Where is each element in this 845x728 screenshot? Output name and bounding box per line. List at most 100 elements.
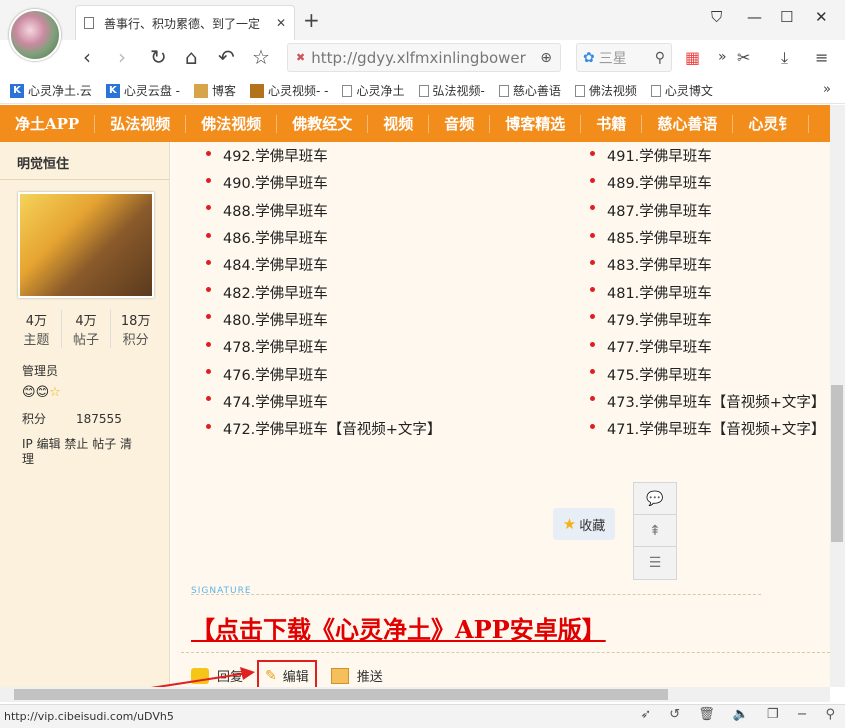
bookmark-item[interactable]: 弘法视频- xyxy=(418,82,485,99)
stat-topics[interactable]: 4万 主题 xyxy=(12,310,62,348)
star-icon: ★ xyxy=(562,515,577,533)
list-item[interactable]: 485.学佛早班车 xyxy=(590,224,825,251)
download-app-link[interactable]: 【点击下载《心灵净土》APP安卓版】 xyxy=(191,610,606,645)
list-item[interactable]: 480.学佛早班车 xyxy=(206,306,441,333)
stat-posts[interactable]: 4万 帖子 xyxy=(62,310,112,348)
bookmark-item[interactable]: 心灵净土 xyxy=(342,82,405,99)
star-badge-icon: ☆ xyxy=(49,385,61,400)
list-item[interactable]: 488.学佛早班车 xyxy=(206,197,441,224)
doc-icon xyxy=(342,84,353,97)
search-text[interactable]: 三星 xyxy=(599,48,627,68)
menu-item[interactable]: 心灵钅 xyxy=(733,114,810,133)
paw-icon: ✿ xyxy=(583,49,595,66)
close-window-icon[interactable]: ✕ xyxy=(815,8,828,26)
shirt-icon[interactable]: ⛉ xyxy=(711,8,722,26)
list-item[interactable]: 477.学佛早班车 xyxy=(590,333,825,360)
menu-item[interactable]: 佛法视频 xyxy=(186,114,278,133)
menu-item[interactable]: 净土APP xyxy=(0,114,96,133)
undo-icon[interactable]: ↶ xyxy=(218,45,235,69)
list-item[interactable]: 475.学佛早班车 xyxy=(590,360,825,387)
menu-item[interactable]: 弘法视频 xyxy=(95,114,187,133)
window-icon[interactable]: ❐ xyxy=(767,707,779,722)
history-icon[interactable]: ↺ xyxy=(669,707,680,722)
divider xyxy=(191,594,761,595)
list-item[interactable]: 492.学佛早班车 xyxy=(206,142,441,169)
maximize-icon[interactable]: ☐ xyxy=(780,8,793,26)
address-bar[interactable]: ✖ http://gdyy.xlfmxinlingbower ⊕ xyxy=(287,43,561,72)
list-item[interactable]: 491.学佛早班车 xyxy=(590,142,825,169)
list-item[interactable]: 484.学佛早班车 xyxy=(206,251,441,278)
profile-avatar[interactable] xyxy=(9,9,61,61)
menu-item[interactable]: 视频 xyxy=(368,114,430,133)
list-item[interactable]: 481.学佛早班车 xyxy=(590,278,825,305)
list-item[interactable]: 489.学佛早班车 xyxy=(590,169,825,196)
list-item[interactable]: 478.学佛早班车 xyxy=(206,333,441,360)
list-item[interactable]: 487.学佛早班车 xyxy=(590,197,825,224)
more-chevron-icon[interactable]: » xyxy=(718,49,727,65)
url-text[interactable]: http://gdyy.xlfmxinlingbower xyxy=(311,49,540,67)
bookmarks-bar: K 心灵净土.云 K 心灵云盘 - 博客 心灵视频- - 心灵净土 弘法视频- 慈心… xyxy=(0,78,845,104)
rocket-icon[interactable]: ➶ xyxy=(640,707,651,722)
minimize-icon[interactable]: — xyxy=(747,8,762,26)
home-icon[interactable]: ⌂ xyxy=(185,45,198,69)
list-item[interactable]: 476.学佛早班车 xyxy=(206,360,441,387)
user-name[interactable]: 明觉恒住 xyxy=(17,153,69,172)
menu-icon[interactable]: ≡ xyxy=(815,48,828,67)
new-tab-icon[interactable]: + xyxy=(303,8,320,32)
menu-item[interactable]: 博客精选 xyxy=(490,114,582,133)
horizontal-scroll-thumb[interactable] xyxy=(14,689,668,700)
list-item[interactable]: 479.学佛早班车 xyxy=(590,306,825,333)
zoom-icon[interactable]: ⊕ xyxy=(540,50,552,66)
user-avatar[interactable] xyxy=(18,192,154,298)
favorite-button[interactable]: ★ 收藏 xyxy=(553,508,615,540)
back-icon[interactable]: ‹ xyxy=(83,45,91,69)
refresh-icon[interactable]: ↻ xyxy=(150,45,167,69)
list-item[interactable]: 486.学佛早班车 xyxy=(206,224,441,251)
list-item[interactable]: 474.学佛早班车 xyxy=(206,388,441,415)
push-button[interactable]: 推送 xyxy=(330,666,383,685)
user-role[interactable]: 管理员 xyxy=(22,362,58,379)
pencil-icon: ✎ xyxy=(265,667,277,684)
menu-item[interactable]: 佛教经文 xyxy=(277,114,369,133)
stat-points[interactable]: 18万 积分 xyxy=(111,310,160,348)
search-status-icon[interactable]: ⚲ xyxy=(825,707,835,722)
menu-item[interactable]: 书籍 xyxy=(581,114,643,133)
list-item[interactable]: 483.学佛早班车 xyxy=(590,251,825,278)
search-box[interactable]: ✿ 三星 ⚲ xyxy=(576,43,672,72)
back-to-top-icon[interactable]: ⇞ xyxy=(634,515,676,547)
search-icon[interactable]: ⚲ xyxy=(655,50,665,66)
bookmarks-more-icon[interactable]: » xyxy=(823,82,831,97)
list-item[interactable]: 472.学佛早班车【音视频+文字】 xyxy=(206,415,441,442)
bookmark-item[interactable]: 心灵视频- - xyxy=(250,82,328,99)
bookmark-item[interactable]: K 心灵净土.云 xyxy=(10,82,92,99)
page-icon xyxy=(84,17,94,29)
browser-tab[interactable]: 善事行、积功累德、到了一定 ✕ xyxy=(75,5,295,40)
comment-icon[interactable]: 💬 xyxy=(634,483,676,515)
download-icon[interactable]: ⤓ xyxy=(781,48,788,68)
bookmark-item[interactable]: 佛法视频 xyxy=(574,82,637,99)
speaker-icon[interactable]: 🔈 xyxy=(733,707,749,722)
trash-icon[interactable]: 🗑 xyxy=(698,707,715,722)
divider xyxy=(0,179,170,180)
list-item[interactable]: 482.学佛早班车 xyxy=(206,278,441,305)
video-icon xyxy=(250,83,264,98)
bookmark-item[interactable]: K 心灵云盘 - xyxy=(105,82,180,99)
list-icon[interactable]: ☰ xyxy=(634,547,676,579)
menu-item[interactable]: 音频 xyxy=(429,114,491,133)
list-item[interactable]: 471.学佛早班车【音视频+文字】 xyxy=(590,415,825,442)
reply-button[interactable]: 回复 xyxy=(191,666,243,685)
zoom-out-icon[interactable]: − xyxy=(797,707,808,722)
apps-icon[interactable]: ▦ xyxy=(685,48,700,67)
admin-links[interactable]: IP 编辑 禁止 帖子 清理 xyxy=(22,437,142,467)
vertical-scroll-thumb[interactable] xyxy=(831,385,843,542)
bookmark-item[interactable]: 心灵博文 xyxy=(650,82,713,99)
forward-icon[interactable]: › xyxy=(118,45,126,69)
star-icon[interactable]: ☆ xyxy=(252,45,270,69)
bookmark-item[interactable]: 慈心善语 xyxy=(498,82,561,99)
list-item[interactable]: 490.学佛早班车 xyxy=(206,169,441,196)
list-item[interactable]: 473.学佛早班车【音视频+文字】 xyxy=(590,388,825,415)
tab-close-icon[interactable]: ✕ xyxy=(276,16,286,30)
menu-item[interactable]: 慈心善语 xyxy=(642,114,734,133)
bookmark-item[interactable]: 博客 xyxy=(193,82,236,99)
scissors-icon[interactable]: ✂ xyxy=(737,48,750,67)
